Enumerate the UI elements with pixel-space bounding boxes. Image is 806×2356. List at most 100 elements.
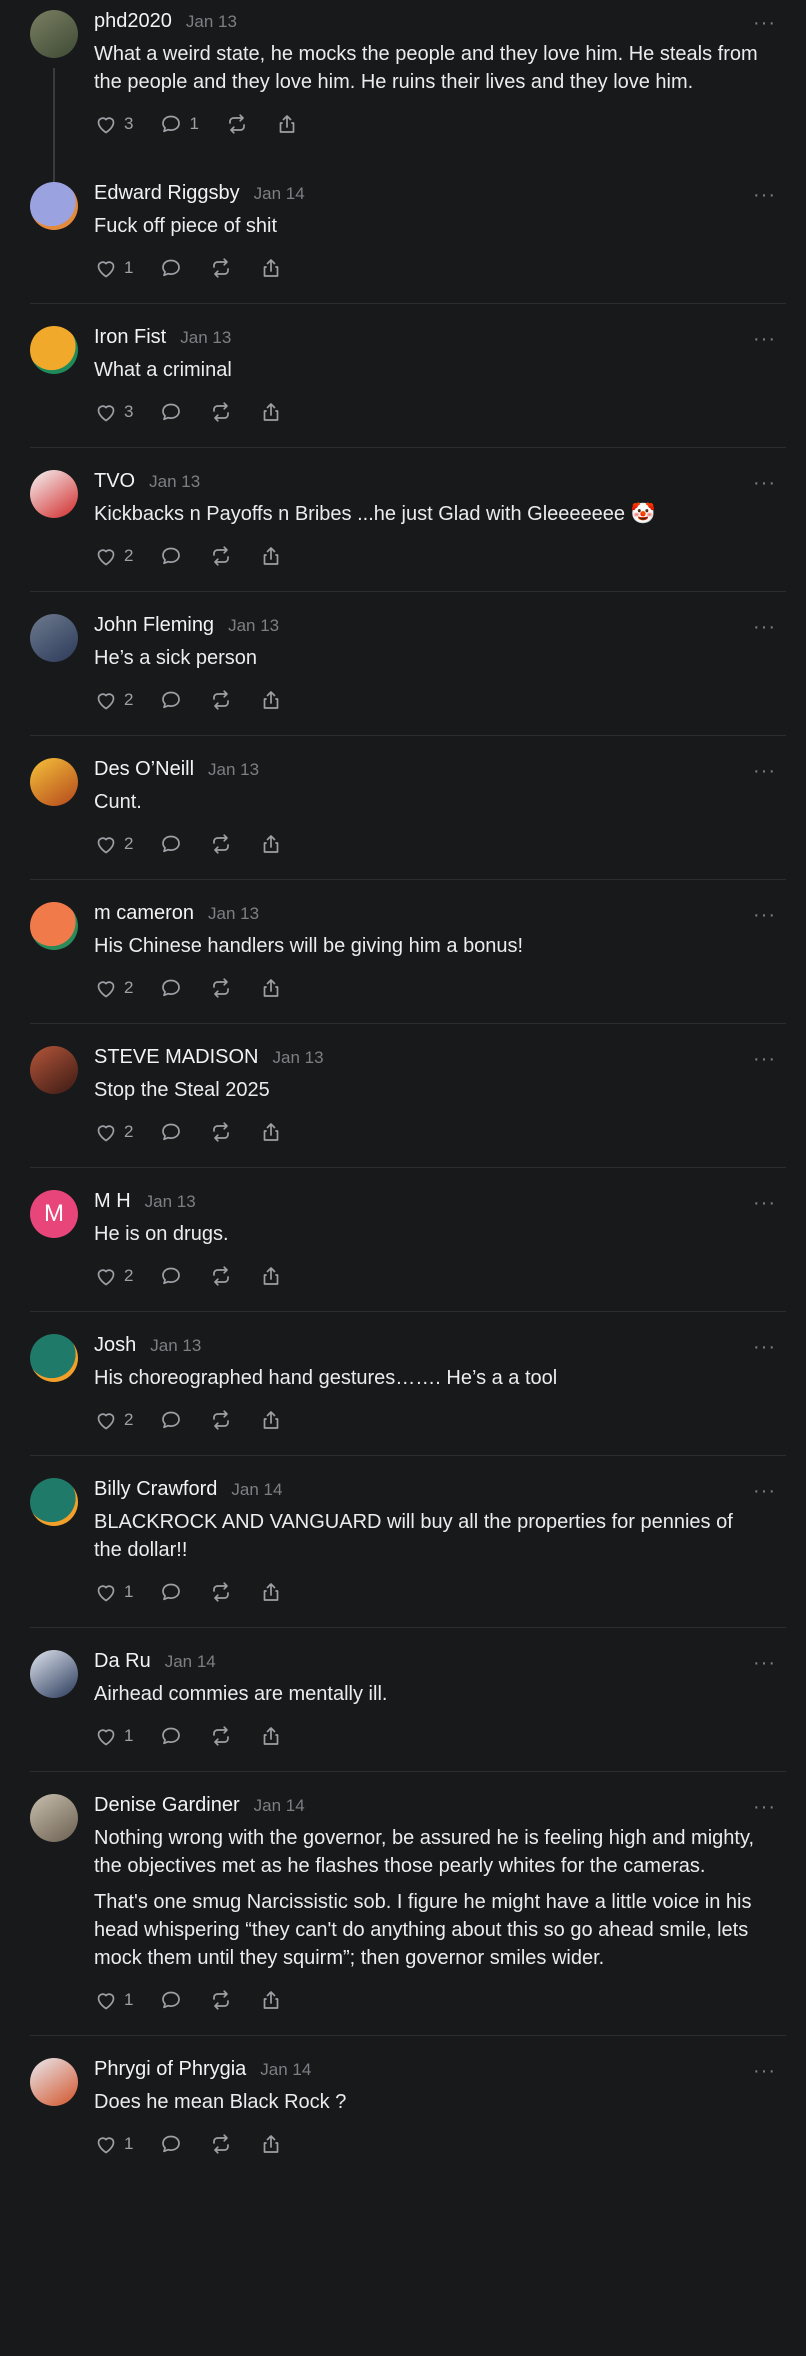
repost-button[interactable]	[209, 256, 233, 280]
more-options-icon[interactable]: ···	[753, 472, 776, 495]
author-name[interactable]: m cameron	[94, 902, 194, 925]
author-name[interactable]: Phrygi of Phrygia	[94, 2058, 246, 2081]
reply-button[interactable]	[159, 400, 183, 424]
author-name[interactable]: Iron Fist	[94, 326, 166, 349]
more-options-icon[interactable]: ···	[753, 12, 776, 35]
share-button[interactable]	[259, 256, 283, 280]
like-button[interactable]: 1	[94, 1724, 133, 1748]
author-name[interactable]: Billy Crawford	[94, 1478, 217, 1501]
more-options-icon[interactable]: ···	[753, 1652, 776, 1675]
avatar[interactable]	[30, 470, 78, 518]
more-options-icon[interactable]: ···	[753, 1336, 776, 1359]
like-button[interactable]: 2	[94, 688, 133, 712]
post-date[interactable]: Jan 14	[260, 2060, 311, 2080]
share-button[interactable]	[259, 1408, 283, 1432]
repost-button[interactable]	[209, 400, 233, 424]
post-date[interactable]: Jan 13	[180, 328, 231, 348]
author-name[interactable]: John Fleming	[94, 614, 214, 637]
author-name[interactable]: Josh	[94, 1334, 136, 1357]
avatar[interactable]	[30, 1046, 78, 1094]
reply-button[interactable]	[159, 1724, 183, 1748]
reply-button[interactable]	[159, 1580, 183, 1604]
share-button[interactable]	[259, 688, 283, 712]
reply-button[interactable]	[159, 256, 183, 280]
repost-button[interactable]	[209, 1120, 233, 1144]
post-date[interactable]: Jan 13	[186, 12, 237, 32]
repost-button[interactable]	[209, 976, 233, 1000]
post-date[interactable]: Jan 13	[208, 904, 259, 924]
repost-button[interactable]	[209, 1724, 233, 1748]
share-button[interactable]	[259, 1264, 283, 1288]
like-button[interactable]: 2	[94, 1264, 133, 1288]
more-options-icon[interactable]: ···	[753, 2060, 776, 2083]
more-options-icon[interactable]: ···	[753, 760, 776, 783]
avatar[interactable]	[30, 1794, 78, 1842]
author-name[interactable]: Edward Riggsby	[94, 182, 240, 205]
like-button[interactable]: 1	[94, 1580, 133, 1604]
repost-button[interactable]	[209, 2132, 233, 2156]
more-options-icon[interactable]: ···	[753, 1480, 776, 1503]
more-options-icon[interactable]: ···	[753, 1796, 776, 1819]
author-name[interactable]: M H	[94, 1190, 131, 1213]
like-button[interactable]: 2	[94, 832, 133, 856]
like-button[interactable]: 2	[94, 1120, 133, 1144]
post-date[interactable]: Jan 13	[149, 472, 200, 492]
share-button[interactable]	[259, 400, 283, 424]
share-button[interactable]	[259, 1580, 283, 1604]
share-button[interactable]	[259, 544, 283, 568]
repost-button[interactable]	[209, 1264, 233, 1288]
share-button[interactable]	[259, 1120, 283, 1144]
share-button[interactable]	[259, 2132, 283, 2156]
author-name[interactable]: Des O’Neill	[94, 758, 194, 781]
like-button[interactable]: 3	[94, 112, 133, 136]
like-button[interactable]: 2	[94, 1408, 133, 1432]
reply-button[interactable]	[159, 1988, 183, 2012]
like-button[interactable]: 3	[94, 400, 133, 424]
reply-button[interactable]	[159, 1120, 183, 1144]
post-date[interactable]: Jan 14	[231, 1480, 282, 1500]
share-button[interactable]	[259, 1724, 283, 1748]
avatar[interactable]	[30, 1334, 78, 1382]
reply-button[interactable]	[159, 1264, 183, 1288]
avatar[interactable]	[30, 182, 78, 230]
avatar[interactable]	[30, 1478, 78, 1526]
post-date[interactable]: Jan 14	[254, 184, 305, 204]
author-name[interactable]: phd2020	[94, 10, 172, 33]
like-button[interactable]: 2	[94, 976, 133, 1000]
share-button[interactable]	[275, 112, 299, 136]
repost-button[interactable]	[209, 1408, 233, 1432]
avatar[interactable]	[30, 326, 78, 374]
repost-button[interactable]	[209, 1988, 233, 2012]
avatar[interactable]	[30, 902, 78, 950]
avatar[interactable]	[30, 1650, 78, 1698]
repost-button[interactable]	[209, 544, 233, 568]
more-options-icon[interactable]: ···	[753, 904, 776, 927]
post-date[interactable]: Jan 13	[145, 1192, 196, 1212]
post-date[interactable]: Jan 13	[150, 1336, 201, 1356]
post-date[interactable]: Jan 13	[228, 616, 279, 636]
repost-button[interactable]	[209, 1580, 233, 1604]
author-name[interactable]: Da Ru	[94, 1650, 151, 1673]
reply-button[interactable]	[159, 544, 183, 568]
avatar[interactable]	[30, 758, 78, 806]
more-options-icon[interactable]: ···	[753, 184, 776, 207]
reply-button[interactable]	[159, 1408, 183, 1432]
avatar[interactable]: M	[30, 1190, 78, 1238]
post-date[interactable]: Jan 13	[208, 760, 259, 780]
more-options-icon[interactable]: ···	[753, 328, 776, 351]
avatar[interactable]	[30, 2058, 78, 2106]
post-date[interactable]: Jan 14	[254, 1796, 305, 1816]
avatar[interactable]	[30, 10, 78, 58]
like-button[interactable]: 1	[94, 2132, 133, 2156]
repost-button[interactable]	[225, 112, 249, 136]
share-button[interactable]	[259, 832, 283, 856]
avatar[interactable]	[30, 614, 78, 662]
post-date[interactable]: Jan 14	[165, 1652, 216, 1672]
reply-button[interactable]	[159, 2132, 183, 2156]
repost-button[interactable]	[209, 832, 233, 856]
share-button[interactable]	[259, 1988, 283, 2012]
reply-button[interactable]: 1	[159, 112, 199, 136]
author-name[interactable]: STEVE MADISON	[94, 1046, 258, 1069]
post-date[interactable]: Jan 13	[272, 1048, 323, 1068]
like-button[interactable]: 1	[94, 256, 133, 280]
